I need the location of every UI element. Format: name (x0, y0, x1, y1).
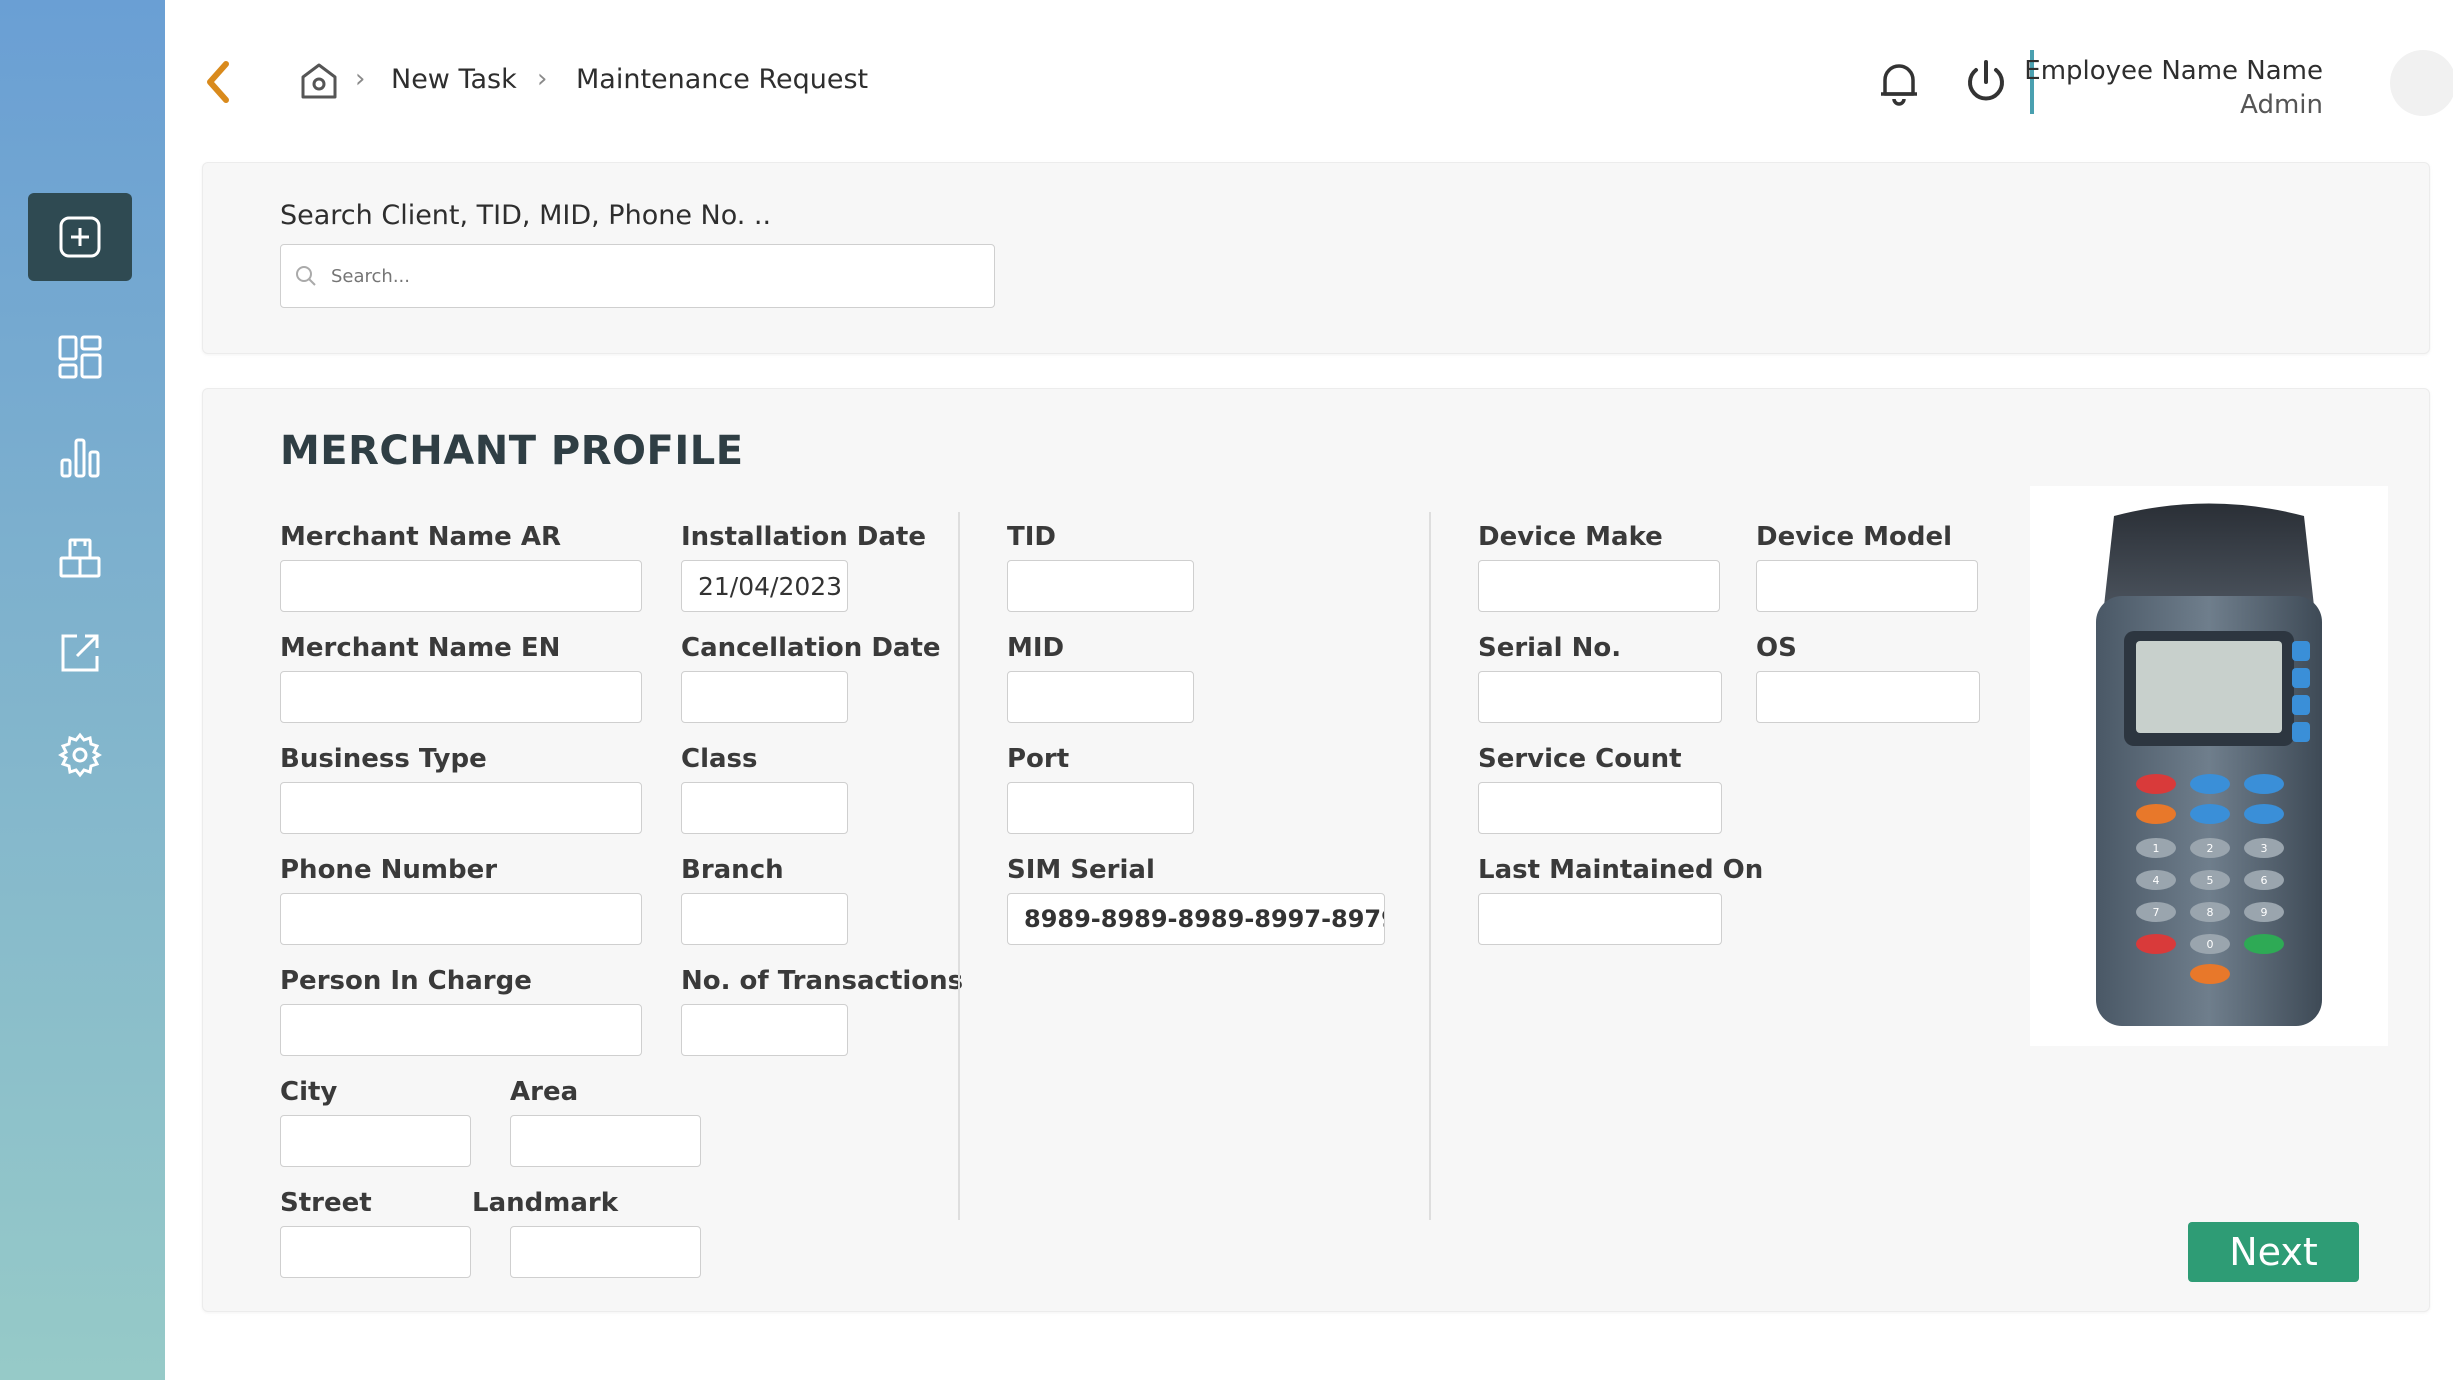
serial-no-input[interactable] (1478, 671, 1722, 723)
cancellation-date-input[interactable] (681, 671, 848, 723)
home-icon[interactable] (298, 60, 340, 102)
device-image: 1 2 3 4 5 6 7 8 9 0 (2030, 486, 2388, 1046)
search-label: Search Client, TID, MID, Phone No. .. (280, 200, 772, 231)
sidebar-item-dashboard[interactable] (28, 313, 132, 401)
city-label: City (280, 1077, 338, 1107)
class-input[interactable] (681, 782, 848, 834)
sim-serial-label: SIM Serial (1007, 855, 1155, 885)
branch-input[interactable] (681, 893, 848, 945)
keypad-label: 8 (2207, 906, 2214, 919)
sidebar-item-settings[interactable] (28, 711, 132, 799)
cancellation-date-label: Cancellation Date (681, 633, 941, 663)
next-button[interactable]: Next (2188, 1222, 2359, 1282)
breadcrumb-separator: › (355, 64, 366, 94)
person-in-charge-label: Person In Charge (280, 966, 532, 996)
service-count-input[interactable] (1478, 782, 1722, 834)
last-maintained-on-label: Last Maintained On (1478, 855, 1764, 885)
column-divider (958, 512, 960, 1220)
phone-number-label: Phone Number (280, 855, 498, 885)
person-in-charge-input[interactable] (280, 1004, 642, 1056)
no-of-transactions-label: No. of Transactions (681, 966, 964, 996)
sidebar-item-reports[interactable] (28, 413, 132, 501)
search-box[interactable] (280, 244, 995, 308)
employee-name: Employee Name Name (2024, 56, 2323, 86)
external-link-icon (61, 634, 99, 672)
keypad-label: 2 (2207, 842, 2214, 855)
device-model-input[interactable] (1756, 560, 1978, 612)
employee-role: Admin (2240, 90, 2323, 120)
street-label: Street (280, 1188, 372, 1218)
search-icon (296, 266, 316, 286)
mid-label: MID (1007, 633, 1065, 663)
column-divider (1429, 512, 1431, 1220)
sidebar-item-export[interactable] (28, 609, 132, 697)
last-maintained-on-input[interactable] (1478, 893, 1722, 945)
power-icon[interactable] (1960, 56, 2012, 108)
sidebar-item-new-task[interactable] (28, 193, 132, 281)
port-input[interactable] (1007, 782, 1194, 834)
no-of-transactions-input[interactable] (681, 1004, 848, 1056)
sidebar-item-inventory[interactable] (28, 513, 132, 601)
merchant-name-en-label: Merchant Name EN (280, 633, 561, 663)
merchant-name-ar-input[interactable] (280, 560, 642, 612)
area-label: Area (510, 1077, 579, 1107)
port-label: Port (1007, 744, 1070, 774)
area-input[interactable] (510, 1115, 701, 1167)
tid-input[interactable] (1007, 560, 1194, 612)
branch-label: Branch (681, 855, 784, 885)
pos-terminal-image: 1 2 3 4 5 6 7 8 9 0 (2096, 503, 2322, 1026)
keypad-label: 4 (2153, 874, 2160, 887)
serial-no-label: Serial No. (1478, 633, 1622, 663)
os-input[interactable] (1756, 671, 1980, 723)
sim-serial-input[interactable] (1007, 893, 1385, 945)
back-button[interactable] (198, 56, 238, 108)
avatar[interactable] (2390, 50, 2453, 116)
street-input[interactable] (280, 1226, 471, 1278)
device-make-input[interactable] (1478, 560, 1720, 612)
add-task-icon (59, 216, 101, 258)
keypad-label: 6 (2261, 874, 2268, 887)
merchant-name-en-input[interactable] (280, 671, 642, 723)
tid-label: TID (1007, 522, 1056, 552)
business-type-label: Business Type (280, 744, 487, 774)
bar-chart-icon (60, 438, 100, 478)
landmark-label: Landmark (472, 1188, 618, 1218)
keypad-label: 7 (2153, 906, 2160, 919)
bell-icon[interactable] (1873, 56, 1925, 108)
service-count-label: Service Count (1478, 744, 1682, 774)
merchant-name-ar-label: Merchant Name AR (280, 522, 562, 552)
sidebar (0, 0, 165, 1380)
city-input[interactable] (280, 1115, 471, 1167)
keypad-label: 9 (2261, 906, 2268, 919)
search-input[interactable] (331, 265, 931, 287)
installation-date-label: Installation Date (681, 522, 926, 552)
dashboard-icon (58, 335, 102, 379)
breadcrumb-separator: › (537, 64, 548, 94)
breadcrumb-new-task[interactable]: New Task (391, 64, 517, 95)
section-title: MERCHANT PROFILE (280, 428, 744, 474)
class-label: Class (681, 744, 758, 774)
keypad-label: 0 (2207, 938, 2214, 951)
keypad-label: 5 (2207, 874, 2214, 887)
keypad-label: 1 (2153, 842, 2160, 855)
device-model-label: Device Model (1756, 522, 1953, 552)
os-label: OS (1756, 633, 1797, 663)
boxes-icon (59, 538, 101, 578)
chevron-left-icon (207, 61, 229, 103)
breadcrumb-maintenance-request[interactable]: Maintenance Request (576, 64, 868, 95)
gear-icon (58, 732, 102, 778)
phone-number-input[interactable] (280, 893, 642, 945)
mid-input[interactable] (1007, 671, 1194, 723)
business-type-input[interactable] (280, 782, 642, 834)
device-make-label: Device Make (1478, 522, 1663, 552)
installation-date-input[interactable] (681, 560, 848, 612)
keypad-label: 3 (2261, 842, 2268, 855)
landmark-input[interactable] (510, 1226, 701, 1278)
